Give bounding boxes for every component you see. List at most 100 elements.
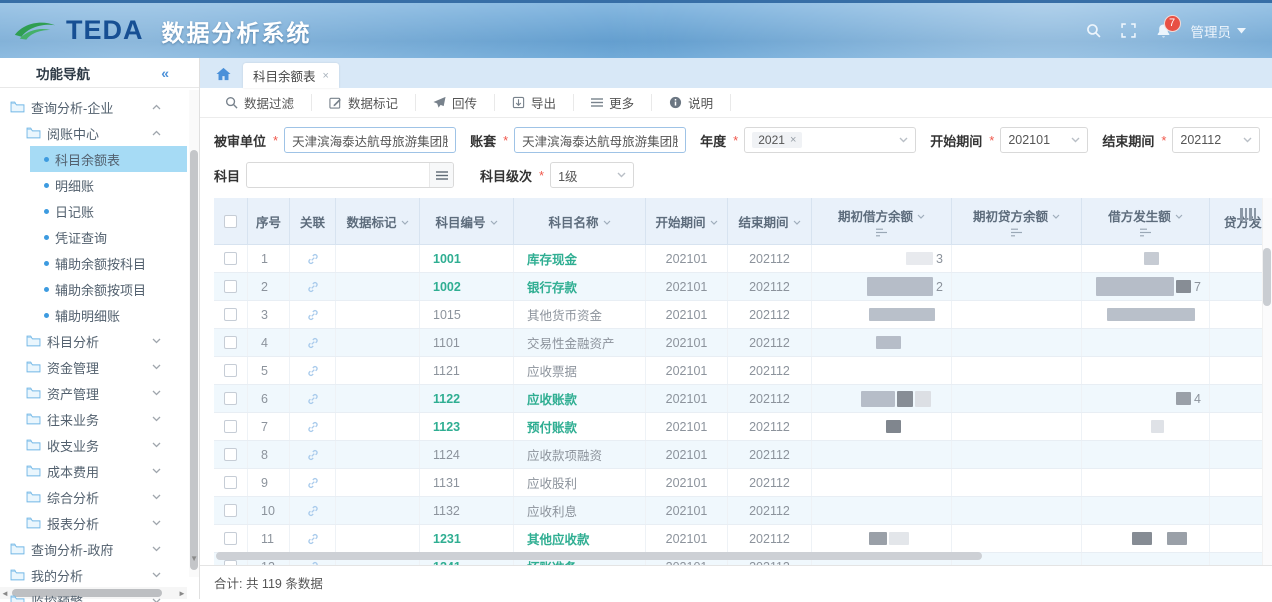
- sort-caret-icon[interactable]: [401, 214, 409, 228]
- row-checkbox[interactable]: [224, 448, 237, 461]
- column-settings-icon[interactable]: [1240, 208, 1256, 221]
- row-checkbox[interactable]: [224, 252, 237, 265]
- tab-subject-balance[interactable]: 科目余额表 ×: [243, 63, 339, 88]
- link-icon[interactable]: [306, 420, 320, 434]
- sidebar-item[interactable]: 报表分析: [0, 510, 199, 536]
- column-header-c3[interactable]: 借方发生额: [1082, 198, 1210, 244]
- column-header-code[interactable]: 科目编号: [420, 198, 514, 244]
- search-icon[interactable]: [1086, 23, 1101, 38]
- sidebar-item[interactable]: 资金管理: [0, 354, 199, 380]
- start-period-select[interactable]: 202101: [1000, 127, 1088, 153]
- table-vertical-scrollbar[interactable]: [1262, 198, 1272, 565]
- sidebar-item[interactable]: 收支业务: [0, 432, 199, 458]
- row-checkbox[interactable]: [224, 364, 237, 377]
- chevron-down-icon[interactable]: [152, 520, 161, 526]
- row-checkbox[interactable]: [224, 420, 237, 433]
- sum-icon[interactable]: [1010, 228, 1023, 237]
- chevron-down-icon[interactable]: [152, 390, 161, 396]
- toolbar-button-6[interactable]: 说明: [652, 94, 731, 111]
- table-row[interactable]: 81124应收款项融资202101202112: [214, 441, 1272, 469]
- row-checkbox[interactable]: [224, 560, 237, 565]
- column-header-cb[interactable]: [214, 198, 248, 244]
- book-input[interactable]: [514, 127, 686, 153]
- sidebar-item[interactable]: 查询分析-企业: [0, 94, 199, 120]
- table-row[interactable]: 41101交易性金融资产202101202112: [214, 329, 1272, 357]
- chevron-down-icon[interactable]: [152, 468, 161, 474]
- sort-caret-icon[interactable]: [1175, 208, 1183, 222]
- sidebar-item[interactable]: 资产管理: [0, 380, 199, 406]
- table-row[interactable]: 51121应收票据202101202112: [214, 357, 1272, 385]
- link-icon[interactable]: [306, 308, 320, 322]
- chevron-down-icon[interactable]: [152, 364, 161, 370]
- year-select[interactable]: 2021×: [744, 127, 916, 153]
- sidebar-item[interactable]: 成本费用: [0, 458, 199, 484]
- chevron-up-icon[interactable]: [152, 104, 161, 110]
- sidebar-item[interactable]: 辅助余额按科目: [0, 250, 199, 276]
- link-icon[interactable]: [306, 280, 320, 294]
- table-row[interactable]: 91131应收股利202101202112: [214, 469, 1272, 497]
- subject-picker-icon[interactable]: [429, 163, 453, 187]
- link-icon[interactable]: [306, 364, 320, 378]
- table-row[interactable]: 61122应收账款2021012021124: [214, 385, 1272, 413]
- scrollbar-thumb[interactable]: [1263, 248, 1271, 306]
- sidebar-item[interactable]: 综合分析: [0, 484, 199, 510]
- row-checkbox[interactable]: [224, 336, 237, 349]
- sidebar-item[interactable]: 日记账: [0, 198, 199, 224]
- sort-caret-icon[interactable]: [710, 214, 718, 228]
- chevron-down-icon[interactable]: [152, 572, 161, 578]
- sidebar-item[interactable]: 凭证查询: [0, 224, 199, 250]
- toolbar-button-4[interactable]: 导出: [495, 94, 574, 111]
- sidebar-item[interactable]: 明细账: [0, 172, 199, 198]
- table-row[interactable]: 21002银行存款20210120211227: [214, 273, 1272, 301]
- column-header-seq[interactable]: 序号: [248, 198, 290, 244]
- sidebar-collapse-icon[interactable]: «: [161, 65, 169, 81]
- link-icon[interactable]: [306, 392, 320, 406]
- chevron-down-icon[interactable]: [152, 494, 161, 500]
- header-checkbox[interactable]: [224, 215, 237, 228]
- table-row[interactable]: 31015其他货币资金202101202112: [214, 301, 1272, 329]
- scroll-right-arrow-icon[interactable]: ►: [177, 589, 187, 598]
- sum-icon[interactable]: [875, 228, 888, 237]
- row-checkbox[interactable]: [224, 308, 237, 321]
- scrollbar-thumb[interactable]: [190, 150, 198, 570]
- column-header-link[interactable]: 关联: [290, 198, 336, 244]
- chevron-down-icon[interactable]: [152, 442, 161, 448]
- table-horizontal-scrollbar[interactable]: [216, 552, 982, 560]
- toolbar-button-2[interactable]: 数据标记: [312, 94, 416, 111]
- notification-bell-icon[interactable]: 7: [1156, 23, 1171, 39]
- chevron-down-icon[interactable]: [152, 598, 161, 602]
- scroll-down-arrow-icon[interactable]: ▼: [190, 554, 198, 563]
- chevron-up-icon[interactable]: [152, 130, 161, 136]
- link-icon[interactable]: [306, 336, 320, 350]
- table-row[interactable]: 111231其他应收款202101202112: [214, 525, 1272, 553]
- unit-input[interactable]: [284, 127, 456, 153]
- sort-caret-icon[interactable]: [793, 214, 801, 228]
- toolbar-button-1[interactable]: 数据过滤: [208, 94, 312, 111]
- subject-input[interactable]: [246, 162, 454, 188]
- row-checkbox[interactable]: [224, 504, 237, 517]
- sidebar-item[interactable]: 我的分析: [0, 562, 199, 588]
- column-header-mark[interactable]: 数据标记: [336, 198, 420, 244]
- sort-caret-icon[interactable]: [917, 208, 925, 222]
- user-menu[interactable]: 管理员: [1191, 21, 1247, 41]
- toolbar-button-5[interactable]: 更多: [574, 94, 652, 111]
- sidebar-item[interactable]: 科目余额表: [0, 146, 199, 172]
- link-icon[interactable]: [306, 504, 320, 518]
- chevron-down-icon[interactable]: [152, 416, 161, 422]
- table-row[interactable]: 101132应收利息202101202112: [214, 497, 1272, 525]
- column-header-c1[interactable]: 期初借方余额: [812, 198, 952, 244]
- sidebar-vertical-scrollbar[interactable]: ▼: [189, 90, 199, 577]
- chevron-down-icon[interactable]: [152, 546, 161, 552]
- table-row[interactable]: 11001库存现金2021012021123: [214, 245, 1272, 273]
- fullscreen-icon[interactable]: [1121, 23, 1136, 38]
- row-checkbox[interactable]: [224, 280, 237, 293]
- row-checkbox[interactable]: [224, 532, 237, 545]
- sort-caret-icon[interactable]: [490, 214, 498, 228]
- row-checkbox[interactable]: [224, 392, 237, 405]
- subject-level-select[interactable]: 1级: [550, 162, 634, 188]
- link-icon[interactable]: [306, 252, 320, 266]
- sort-caret-icon[interactable]: [603, 214, 611, 228]
- link-icon[interactable]: [306, 476, 320, 490]
- column-header-end[interactable]: 结束期间: [728, 198, 812, 244]
- sidebar-item[interactable]: 阅账中心: [0, 120, 199, 146]
